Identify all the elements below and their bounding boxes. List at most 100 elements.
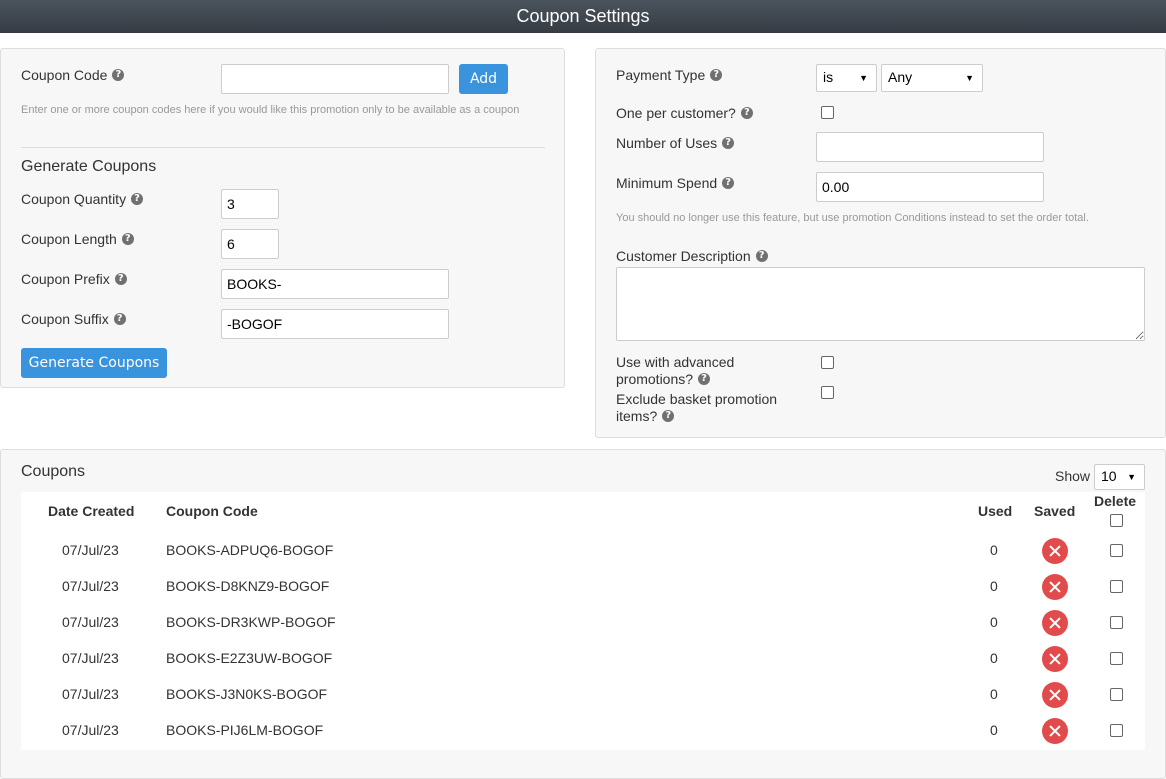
- help-icon[interactable]: ?: [710, 69, 723, 82]
- payment-operator-value: is: [823, 69, 834, 85]
- row-delete-checkbox[interactable]: [1110, 580, 1123, 593]
- advanced-promotions-label-line2: promotions?: [616, 371, 694, 387]
- minimum-spend-label-row: Minimum Spend?: [616, 175, 735, 191]
- coupon-suffix-input[interactable]: [221, 309, 449, 339]
- chevron-down-icon: ▼: [859, 73, 868, 83]
- generate-coupons-heading: Generate Coupons: [21, 158, 157, 175]
- coupon-quantity-label-row: Coupon Quantity?: [21, 191, 144, 207]
- show-label: Show: [1055, 468, 1091, 484]
- column-header-used[interactable]: Used: [978, 503, 1012, 519]
- window-title: Coupon Settings: [516, 6, 650, 26]
- payment-type-value: Any: [888, 69, 913, 85]
- add-coupon-button[interactable]: Add: [459, 64, 508, 94]
- coupon-suffix-label: Coupon Suffix: [21, 311, 109, 327]
- exclude-basket-checkbox[interactable]: [821, 386, 834, 399]
- row-coupon-code: BOOKS-J3N0KS-BOGOF: [166, 686, 328, 702]
- advanced-promotions-checkbox[interactable]: [821, 356, 834, 369]
- column-header-date[interactable]: Date Created: [48, 503, 134, 519]
- number-of-uses-input[interactable]: [816, 132, 1044, 162]
- exclude-basket-label-line2: items?: [616, 408, 658, 424]
- help-icon[interactable]: ?: [113, 313, 126, 326]
- row-used: 0: [990, 686, 998, 702]
- help-icon[interactable]: ?: [112, 69, 125, 82]
- coupon-code-input[interactable]: [221, 64, 449, 94]
- coupon-code-panel: Coupon Code? Add Enter one or more coupo…: [0, 48, 565, 388]
- row-used: 0: [990, 722, 998, 738]
- help-icon[interactable]: ?: [662, 410, 675, 423]
- help-icon[interactable]: ?: [698, 373, 711, 386]
- advanced-promotions-label-line1: Use with advanced: [616, 354, 735, 370]
- page-size-select[interactable]: 10 ▼: [1094, 464, 1145, 490]
- help-icon[interactable]: ?: [121, 233, 134, 246]
- payment-type-label-row: Payment Type?: [616, 67, 723, 83]
- column-header-saved[interactable]: Saved: [1034, 503, 1075, 519]
- exclude-basket-label-line1: Exclude basket promotion: [616, 391, 778, 407]
- help-icon[interactable]: ?: [131, 193, 144, 206]
- row-date: 07/Jul/23: [62, 686, 119, 702]
- not-saved-icon: [1042, 538, 1068, 564]
- one-per-customer-label: One per customer?: [616, 105, 736, 121]
- row-date: 07/Jul/23: [62, 578, 119, 594]
- delete-all-checkbox[interactable]: [1110, 514, 1123, 527]
- row-coupon-code: BOOKS-E2Z3UW-BOGOF: [166, 650, 333, 666]
- generate-coupons-button[interactable]: Generate Coupons: [21, 348, 167, 378]
- row-date: 07/Jul/23: [62, 614, 119, 630]
- help-icon[interactable]: ?: [114, 273, 127, 286]
- chevron-down-icon: ▼: [965, 73, 974, 83]
- customer-description-textarea[interactable]: [616, 267, 1145, 341]
- payment-type-select[interactable]: Any ▼: [881, 64, 983, 92]
- coupon-code-hint: Enter one or more coupon codes here if y…: [21, 104, 520, 116]
- coupon-suffix-label-row: Coupon Suffix?: [21, 311, 126, 327]
- coupons-heading: Coupons: [21, 463, 86, 480]
- row-used: 0: [990, 578, 998, 594]
- coupon-length-label-row: Coupon Length?: [21, 231, 134, 247]
- coupons-table: Date Created Coupon Code Used Saved Dele…: [21, 492, 1145, 750]
- row-coupon-code: BOOKS-D8KNZ9-BOGOF: [166, 578, 330, 594]
- not-saved-icon: [1042, 718, 1068, 744]
- coupon-code-label: Coupon Code: [21, 67, 108, 83]
- column-header-code[interactable]: Coupon Code: [166, 503, 258, 519]
- coupon-quantity-label: Coupon Quantity: [21, 191, 127, 207]
- coupon-length-input[interactable]: [221, 229, 279, 259]
- coupon-quantity-input[interactable]: [221, 189, 279, 219]
- help-icon[interactable]: ?: [755, 250, 768, 263]
- row-used: 0: [990, 542, 998, 558]
- window-title-bar: Coupon Settings: [0, 0, 1166, 33]
- row-delete-checkbox[interactable]: [1110, 652, 1123, 665]
- advanced-promotions-label-row: Use with advanced promotions??: [616, 354, 734, 388]
- row-coupon-code: BOOKS-DR3KWP-BOGOF: [166, 614, 336, 630]
- not-saved-icon: [1042, 682, 1068, 708]
- not-saved-icon: [1042, 610, 1068, 636]
- help-icon[interactable]: ?: [740, 107, 753, 120]
- minimum-spend-hint: You should no longer use this feature, b…: [616, 212, 1089, 224]
- column-header-delete: Delete: [1094, 493, 1137, 509]
- row-date: 07/Jul/23: [62, 542, 119, 558]
- coupon-code-label-row: Coupon Code?: [21, 67, 125, 83]
- payment-type-label: Payment Type: [616, 67, 706, 83]
- row-delete-checkbox[interactable]: [1110, 616, 1123, 629]
- help-icon[interactable]: ?: [722, 177, 735, 190]
- minimum-spend-label: Minimum Spend: [616, 175, 718, 191]
- row-delete-checkbox[interactable]: [1110, 544, 1123, 557]
- row-delete-checkbox[interactable]: [1110, 688, 1123, 701]
- coupon-length-label: Coupon Length: [21, 231, 117, 247]
- minimum-spend-input[interactable]: [816, 172, 1044, 202]
- coupon-prefix-input[interactable]: [221, 269, 449, 299]
- customer-description-label: Customer Description: [616, 248, 751, 264]
- row-coupon-code: BOOKS-ADPUQ6-BOGOF: [166, 542, 334, 558]
- payment-operator-select[interactable]: is ▼: [816, 64, 877, 92]
- row-delete-checkbox[interactable]: [1110, 724, 1123, 737]
- exclude-basket-label-row: Exclude basket promotion items??: [616, 391, 777, 425]
- one-per-customer-label-row: One per customer??: [616, 105, 753, 121]
- row-date: 07/Jul/23: [62, 722, 119, 738]
- customer-description-label-row: Customer Description?: [616, 248, 768, 264]
- one-per-customer-checkbox[interactable]: [821, 106, 834, 119]
- row-used: 0: [990, 650, 998, 666]
- promotion-options-panel: Payment Type? is ▼ Any ▼ One per custome…: [595, 48, 1166, 438]
- number-of-uses-label: Number of Uses: [616, 135, 718, 151]
- help-icon[interactable]: ?: [722, 137, 735, 150]
- not-saved-icon: [1042, 646, 1068, 672]
- coupon-prefix-label: Coupon Prefix: [21, 271, 110, 287]
- chevron-down-icon: ▼: [1127, 472, 1136, 482]
- not-saved-icon: [1042, 574, 1068, 600]
